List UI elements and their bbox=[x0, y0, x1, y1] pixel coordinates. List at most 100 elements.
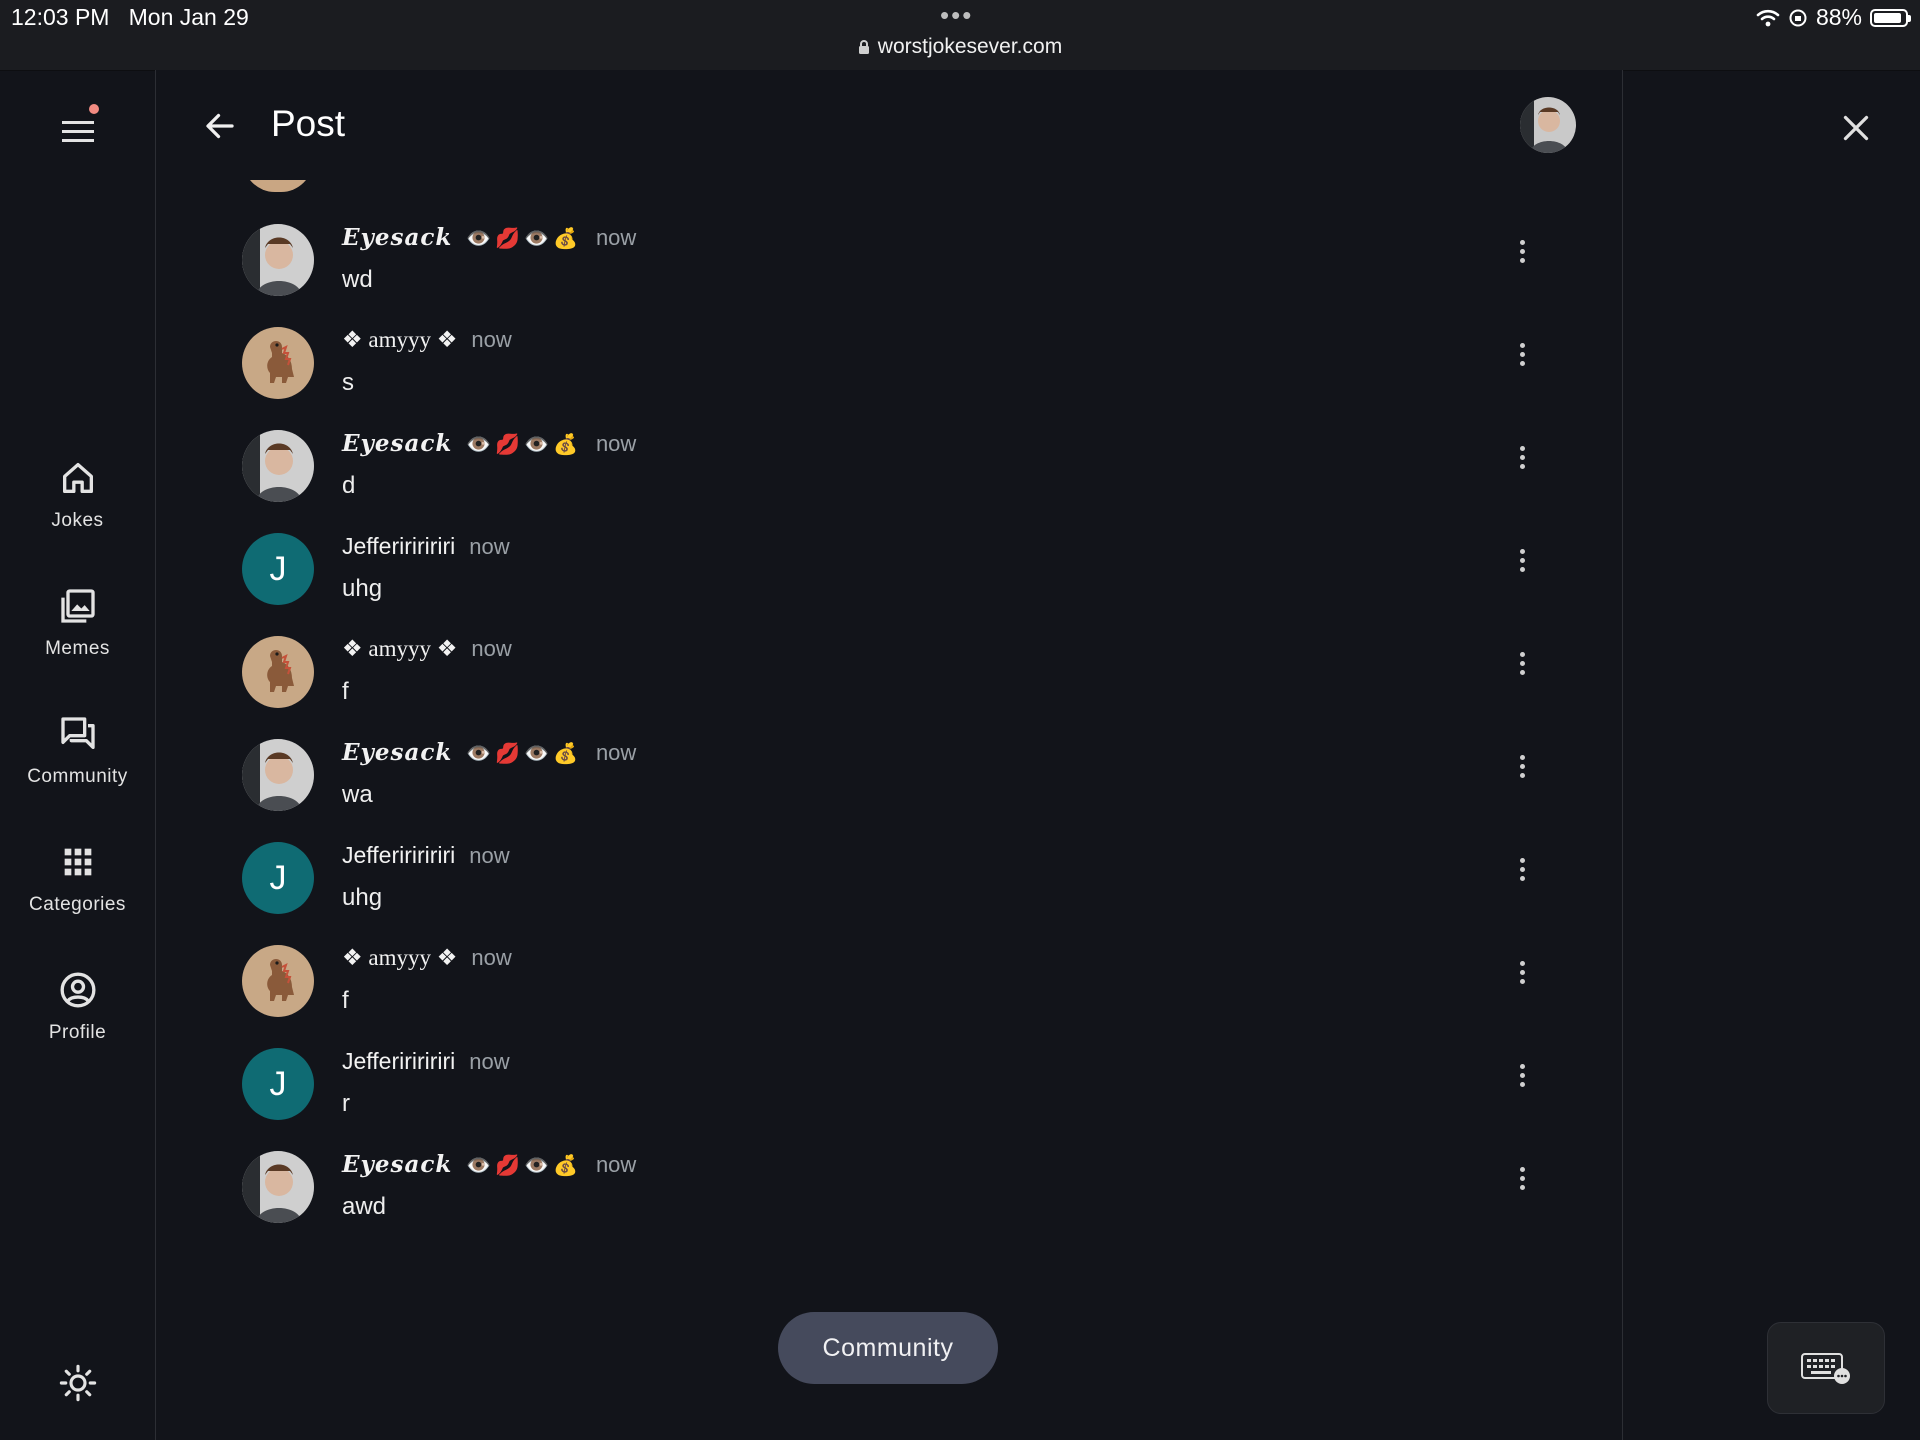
avatar[interactable] bbox=[242, 1151, 314, 1223]
comment-author[interactable]: Jeffeririririri bbox=[342, 533, 455, 560]
home-icon bbox=[62, 463, 93, 493]
more-dots-icon[interactable]: ••• bbox=[940, 0, 973, 31]
hamburger-menu-icon[interactable] bbox=[56, 110, 100, 154]
comment-text: wa bbox=[342, 781, 373, 808]
wifi-icon bbox=[1756, 9, 1780, 26]
more-vert-icon[interactable] bbox=[1512, 1060, 1532, 1100]
profile-photo bbox=[242, 739, 314, 811]
more-vert-icon[interactable] bbox=[1512, 854, 1532, 894]
comment-time: now bbox=[595, 1152, 637, 1177]
close-icon[interactable] bbox=[1838, 110, 1874, 151]
comment-meta: ❖ amyyy ❖ now bbox=[342, 636, 512, 662]
author-emojis: 👁️💋👁️💰 bbox=[466, 228, 582, 250]
arrow-left-icon[interactable] bbox=[202, 108, 238, 149]
dinosaur-icon bbox=[267, 341, 294, 383]
comment-row: J Jeffeririririri now uhg bbox=[242, 842, 1552, 945]
nav-label: Community bbox=[27, 766, 128, 787]
nav-item-jokes[interactable]: Jokes bbox=[0, 458, 155, 532]
comment-meta: Eyesack 👁️💋👁️💰 now bbox=[342, 224, 636, 251]
status-bar: 12:03 PM Mon Jan 29 ••• worstjokesever.c… bbox=[0, 0, 1920, 71]
more-vert-icon[interactable] bbox=[1512, 545, 1532, 585]
comment-time: now bbox=[595, 225, 637, 250]
profile-photo bbox=[242, 224, 314, 296]
comment-text: f bbox=[342, 678, 349, 705]
status-indicators: 88% bbox=[1756, 4, 1911, 31]
nav-item-memes[interactable]: Memes bbox=[0, 586, 155, 660]
nav-item-community[interactable]: Community bbox=[0, 714, 155, 788]
account-circle-icon bbox=[60, 972, 95, 1008]
comment-author[interactable]: Eyesack bbox=[342, 1151, 452, 1178]
avatar[interactable] bbox=[242, 739, 314, 811]
battery-icon bbox=[1870, 8, 1911, 27]
dinosaur-icon bbox=[267, 959, 294, 1001]
user-avatar[interactable] bbox=[1520, 97, 1576, 153]
community-button[interactable]: Community bbox=[778, 1312, 998, 1384]
avatar[interactable]: J bbox=[242, 842, 314, 914]
url-text: worstjokesever.com bbox=[877, 35, 1063, 58]
avatar[interactable] bbox=[242, 224, 314, 296]
comment-text: s bbox=[342, 369, 354, 396]
dinosaur-icon bbox=[267, 650, 294, 692]
notification-dot bbox=[89, 104, 99, 114]
more-vert-icon[interactable] bbox=[1512, 957, 1532, 997]
keyboard-icon bbox=[1801, 1353, 1850, 1384]
comment-row: Eyesack 👁️💋👁️💰 now awd bbox=[242, 1151, 1552, 1254]
comment-author[interactable]: Jeffeririririri bbox=[342, 1048, 455, 1075]
comment-row: Eyesack 👁️💋👁️💰 now wa bbox=[242, 739, 1552, 842]
comment-time: now bbox=[469, 843, 510, 868]
avatar[interactable] bbox=[242, 636, 314, 708]
comment-author[interactable]: Jeffeririririri bbox=[342, 842, 455, 869]
avatar[interactable]: J bbox=[242, 533, 314, 605]
comment-text: d bbox=[342, 472, 356, 499]
more-vert-icon[interactable] bbox=[1512, 751, 1532, 791]
status-date: Mon Jan 29 bbox=[128, 4, 249, 30]
nav-label: Jokes bbox=[51, 510, 104, 531]
nav-label: Categories bbox=[29, 894, 126, 915]
brightness-icon[interactable] bbox=[57, 1362, 99, 1409]
comment-row: J Jeffeririririri now r bbox=[242, 1048, 1552, 1151]
comment-text: uhg bbox=[342, 884, 383, 911]
status-time-date: 12:03 PM Mon Jan 29 bbox=[11, 4, 249, 31]
more-vert-icon[interactable] bbox=[1512, 339, 1532, 379]
more-vert-icon[interactable] bbox=[1512, 236, 1532, 276]
comment-author[interactable]: Eyesack bbox=[342, 224, 452, 251]
navigation-rail: Jokes Memes Community Categories Profile bbox=[0, 70, 156, 1440]
nav-item-categories[interactable]: Categories bbox=[0, 842, 155, 916]
keyboard-button[interactable] bbox=[1767, 1322, 1885, 1414]
avatar[interactable] bbox=[242, 430, 314, 502]
comment-text: f bbox=[342, 987, 349, 1014]
grid-icon bbox=[64, 848, 91, 876]
avatar[interactable]: J bbox=[242, 1048, 314, 1120]
more-vert-icon[interactable] bbox=[1512, 442, 1532, 482]
avatar[interactable] bbox=[242, 327, 314, 399]
forum-icon bbox=[60, 717, 95, 749]
more-vert-icon[interactable] bbox=[1512, 1163, 1532, 1203]
comment-row: J Jeffeririririri now uhg bbox=[242, 533, 1552, 636]
orientation-lock-icon bbox=[1789, 9, 1807, 26]
comment-row: ❖ amyyy ❖ now s bbox=[242, 327, 1552, 430]
comment-author[interactable]: Eyesack bbox=[342, 739, 452, 766]
nav-item-profile[interactable]: Profile bbox=[0, 970, 155, 1044]
comment-author[interactable]: ❖ amyyy ❖ bbox=[342, 327, 457, 353]
comment-row: Eyesack 👁️💋👁️💰 now wd bbox=[242, 224, 1552, 327]
comment-author[interactable]: ❖ amyyy ❖ bbox=[342, 945, 457, 971]
comment-time: now bbox=[471, 636, 512, 661]
nav-label: Profile bbox=[48, 1022, 107, 1043]
status-time: 12:03 PM bbox=[11, 4, 110, 30]
author-emojis: 👁️💋👁️💰 bbox=[466, 434, 582, 456]
panel-divider bbox=[1622, 70, 1623, 1440]
comment-meta: ❖ amyyy ❖ now bbox=[342, 327, 512, 353]
profile-photo bbox=[242, 1151, 314, 1223]
comment-author[interactable]: Eyesack bbox=[342, 430, 452, 457]
comment-meta: Jeffeririririri now bbox=[342, 533, 510, 560]
comment-time: now bbox=[469, 1049, 510, 1074]
author-emojis: 👁️💋👁️💰 bbox=[466, 743, 582, 765]
lock-icon bbox=[858, 40, 869, 54]
more-vert-icon[interactable] bbox=[1512, 648, 1532, 688]
comment-meta: Eyesack 👁️💋👁️💰 now bbox=[342, 1151, 636, 1178]
comment-author[interactable]: ❖ amyyy ❖ bbox=[342, 636, 457, 662]
avatar[interactable] bbox=[242, 945, 314, 1017]
address-bar[interactable]: worstjokesever.com bbox=[0, 35, 1920, 59]
comment-time: now bbox=[595, 740, 637, 765]
profile-photo bbox=[242, 430, 314, 502]
